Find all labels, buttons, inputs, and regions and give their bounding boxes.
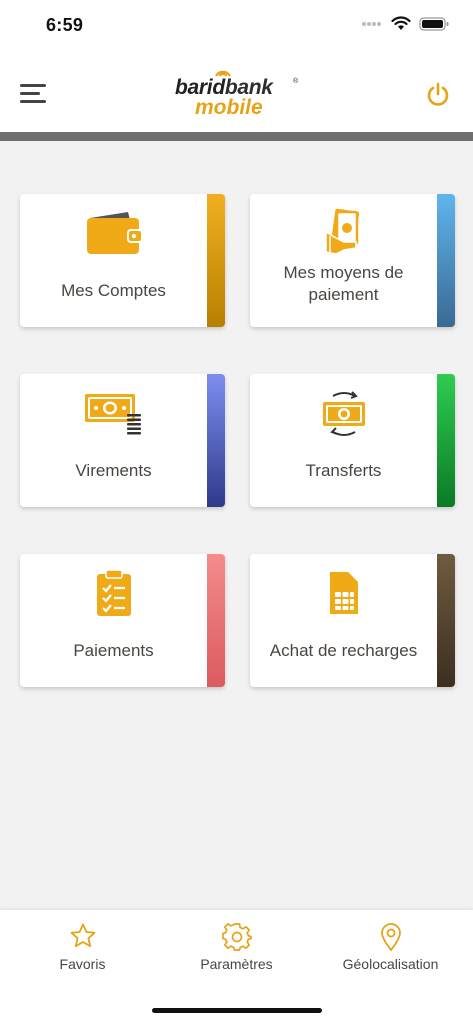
- clipboard-checklist-icon: [20, 568, 207, 618]
- tile-accent: [437, 554, 455, 687]
- tab-favoris[interactable]: Favoris: [4, 910, 161, 990]
- logo-registered-mark: ®: [293, 78, 299, 85]
- power-button[interactable]: [425, 82, 451, 108]
- tile-accent: [207, 374, 225, 507]
- tile-accent: [207, 554, 225, 687]
- menu-line: [20, 100, 46, 103]
- status-bar: 6:59: [0, 0, 473, 52]
- menu-button[interactable]: [20, 82, 48, 106]
- location-pin-icon: [312, 922, 469, 952]
- tab-parametres[interactable]: Paramètres: [158, 910, 315, 990]
- tile-virements[interactable]: Virements: [20, 374, 225, 507]
- battery-icon: [419, 16, 449, 31]
- status-icons: [361, 16, 449, 31]
- tile-accent: [437, 374, 455, 507]
- logo-mobile-text: mobile: [195, 96, 263, 119]
- tile-label: Transferts: [305, 461, 382, 480]
- tile-accent: [437, 194, 455, 327]
- tile-paiements[interactable]: Paiements: [20, 554, 225, 687]
- tile-mes-comptes[interactable]: Mes Comptes: [20, 194, 225, 327]
- tile-transferts[interactable]: Transferts: [250, 374, 455, 507]
- tab-label: Favoris: [59, 956, 106, 972]
- tile-accent: [207, 194, 225, 327]
- tile-achat-de-recharges[interactable]: Achat de recharges: [250, 554, 455, 687]
- baridbank-logo: baridbank ® mobile: [175, 70, 305, 119]
- star-icon: [4, 922, 161, 950]
- cash-exchange-icon: [250, 388, 437, 438]
- tab-label: Paramètres: [200, 956, 273, 972]
- menu-line: [20, 92, 40, 95]
- payment-methods-icon: [250, 208, 437, 256]
- money-transfer-icon: [20, 390, 207, 436]
- tile-label: Achat de recharges: [269, 641, 418, 660]
- wallet-icon: [20, 210, 207, 256]
- status-time: 6:59: [46, 15, 84, 35]
- tile-label: Mes moyens de paiement: [283, 263, 404, 304]
- tile-label: Mes Comptes: [61, 281, 166, 300]
- header-divider: [0, 132, 473, 141]
- home-indicator[interactable]: [152, 1008, 322, 1013]
- sim-card-icon: [250, 568, 437, 618]
- gear-icon: [158, 922, 315, 952]
- app-header: baridbank ® mobile: [0, 52, 473, 132]
- tile-mes-moyens-de-paiement[interactable]: Mes moyens de paiement: [250, 194, 455, 327]
- signal-icon: [362, 21, 381, 26]
- menu-line: [20, 84, 46, 87]
- tab-geolocalisation[interactable]: Géolocalisation: [312, 910, 469, 990]
- bottom-tab-bar: Favoris Paramètres Géolocalisation: [0, 910, 473, 1024]
- wifi-icon: [391, 16, 411, 30]
- tile-label: Paiements: [73, 641, 154, 660]
- tile-label: Virements: [75, 461, 152, 480]
- tab-label: Géolocalisation: [342, 956, 439, 972]
